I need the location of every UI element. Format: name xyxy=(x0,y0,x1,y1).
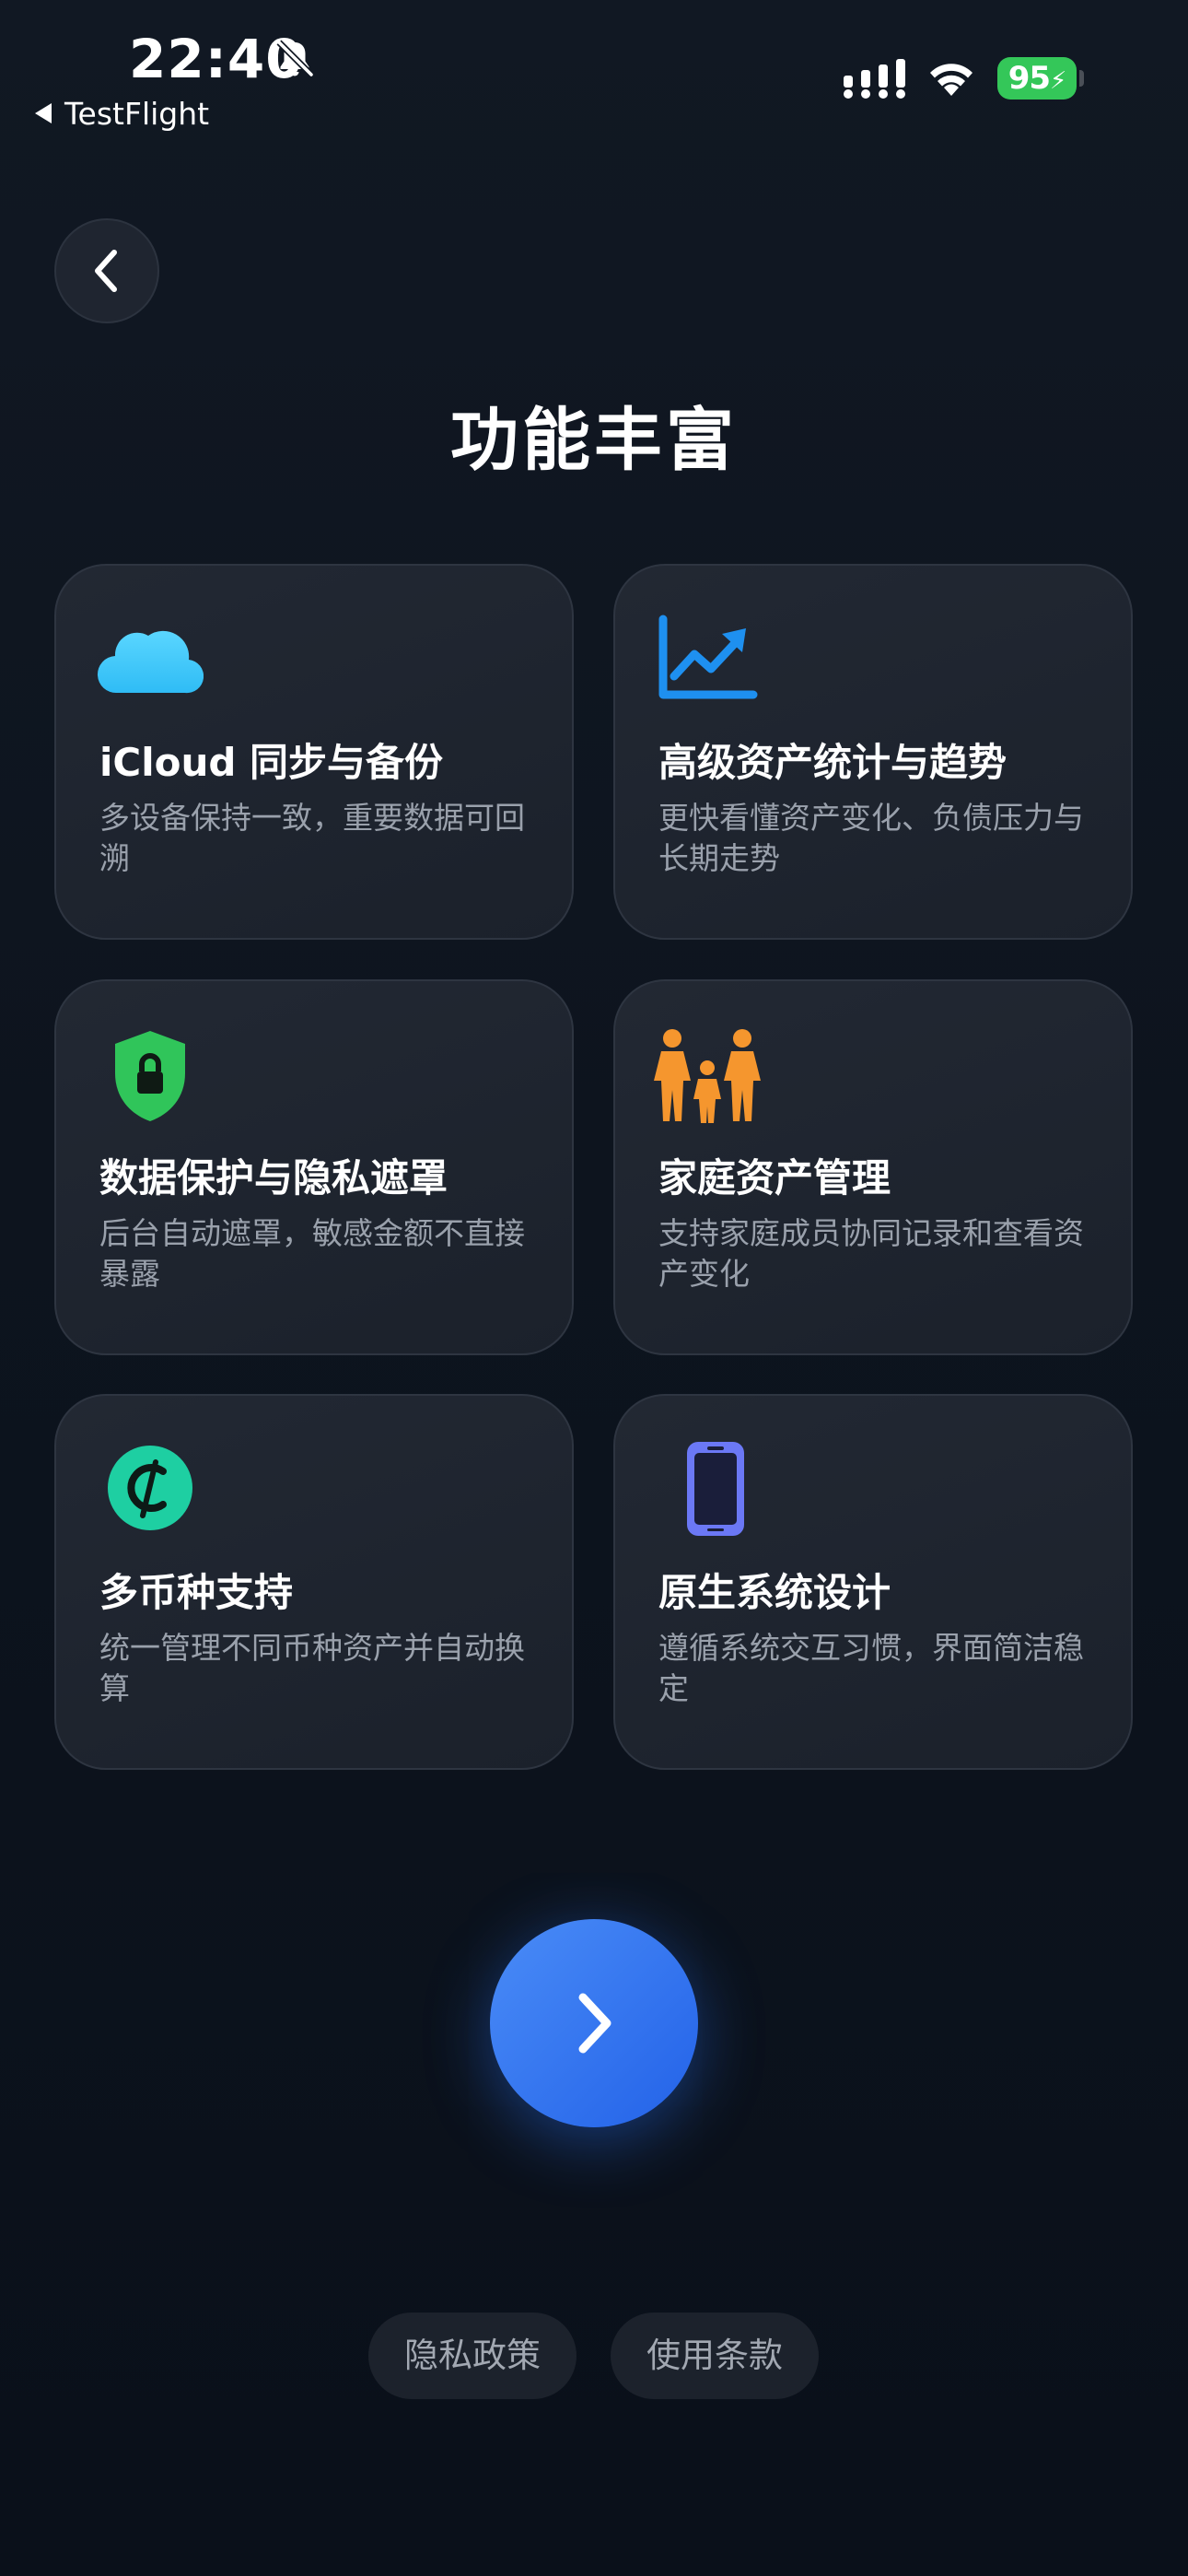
feature-card-statistics: 高级资产统计与趋势 更快看懂资产变化、负债压力与长期走势 xyxy=(613,564,1133,940)
battery-tip xyxy=(1079,70,1084,87)
feature-title: 数据保护与隐私遮罩 xyxy=(99,1155,448,1200)
lock-shield-icon xyxy=(115,1031,185,1121)
feature-title: iCloud 同步与备份 xyxy=(99,740,444,785)
feature-title: 高级资产统计与趋势 xyxy=(658,740,1007,785)
page-title: 功能丰富 xyxy=(450,401,738,480)
feature-description: 后台自动遮罩，敏感金额不直接暴露 xyxy=(99,1215,525,1292)
feature-description: 统一管理不同币种资产并自动换算 xyxy=(99,1630,525,1706)
privacy-policy-link[interactable]: 隐私政策 xyxy=(368,2313,577,2399)
feature-card-family: 家庭资产管理 支持家庭成员协同记录和查看资产变化 xyxy=(613,979,1133,1355)
feature-card-currency: 多币种支持 统一管理不同币种资产并自动换算 xyxy=(54,1394,574,1770)
feature-description: 支持家庭成员协同记录和查看资产变化 xyxy=(658,1215,1084,1292)
chart-line-uptrend-icon xyxy=(658,615,758,699)
currency-circle-icon xyxy=(108,1446,192,1530)
silent-bell-icon xyxy=(276,40,314,77)
back-triangle-icon xyxy=(35,103,52,123)
feature-description: 更快看懂资产变化、负债压力与长期走势 xyxy=(658,800,1084,876)
battery-indicator: 95⚡ xyxy=(997,57,1077,100)
chevron-left-icon xyxy=(95,250,117,292)
terms-of-use-link[interactable]: 使用条款 xyxy=(611,2313,819,2399)
feature-card-privacy: 数据保护与隐私遮罩 后台自动遮罩，敏感金额不直接暴露 xyxy=(54,979,574,1355)
feature-description: 遵循系统交互习惯，界面简洁稳定 xyxy=(658,1630,1084,1706)
feature-description: 多设备保持一致，重要数据可回溯 xyxy=(99,800,525,876)
cloud-icon xyxy=(97,630,204,694)
back-app-label: TestFlight xyxy=(64,96,210,132)
cellular-signal-icon xyxy=(844,59,905,99)
chevron-right-icon xyxy=(578,1993,611,2054)
next-button[interactable] xyxy=(490,1919,698,2127)
battery-level: 95 xyxy=(1007,60,1051,97)
feature-title: 多币种支持 xyxy=(99,1570,294,1615)
feature-card-icloud: iCloud 同步与备份 多设备保持一致，重要数据可回溯 xyxy=(54,564,574,940)
feature-title: 原生系统设计 xyxy=(658,1570,891,1615)
wifi-icon xyxy=(930,64,973,96)
iphone-icon xyxy=(687,1442,744,1536)
feature-title: 家庭资产管理 xyxy=(658,1155,891,1200)
charging-bolt-icon: ⚡ xyxy=(1050,67,1066,95)
family-icon xyxy=(654,1029,761,1123)
back-button[interactable] xyxy=(54,218,159,323)
back-to-app-link[interactable]: TestFlight xyxy=(35,92,209,136)
feature-card-native-design: 原生系统设计 遵循系统交互习惯，界面简洁稳定 xyxy=(613,1394,1133,1770)
